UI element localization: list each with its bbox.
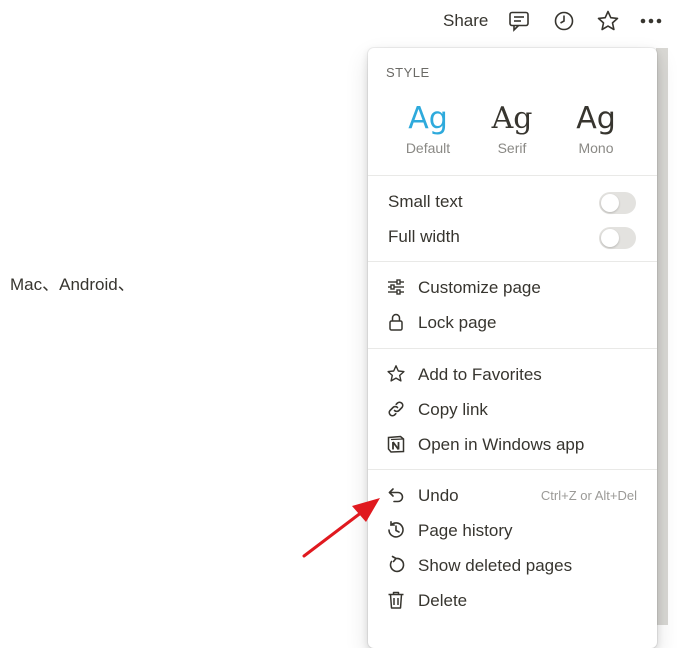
small-text-label: Small text [388, 192, 463, 211]
menu-divider [368, 469, 657, 470]
delete-label: Delete [418, 591, 468, 610]
font-preview-mono: Ag [576, 101, 616, 136]
menu-divider [368, 348, 657, 349]
history-clock-icon [386, 520, 406, 540]
share-button[interactable]: Share [443, 11, 488, 31]
copy-link-item[interactable]: Copy link [368, 392, 657, 427]
copy-link-label: Copy link [418, 400, 488, 419]
page-options-menu: STYLE Ag Default Ag Serif Ag Mono Small … [368, 48, 657, 648]
sliders-icon [386, 277, 406, 297]
small-text-toggle[interactable] [599, 192, 636, 214]
page-body-text: Mac、Android、 [10, 275, 135, 294]
customize-page-item[interactable]: Customize page [368, 270, 657, 305]
star-outline-icon [386, 364, 406, 384]
history-clock-icon[interactable] [552, 9, 576, 33]
font-option-mono[interactable]: Ag Mono [556, 100, 636, 156]
font-option-default[interactable]: Ag Default [388, 100, 468, 156]
lock-page-label: Lock page [418, 313, 497, 332]
font-option-serif[interactable]: Ag Serif [472, 100, 552, 156]
menu-divider [368, 175, 657, 176]
undo-shortcut: Ctrl+Z or Alt+Del [540, 488, 637, 503]
notion-logo-icon [386, 434, 406, 454]
small-text-row[interactable]: Small text [368, 184, 657, 219]
more-dots-icon[interactable] [639, 9, 663, 33]
favorite-star-icon[interactable] [596, 9, 620, 33]
font-label-default: Default [405, 140, 451, 156]
font-label-mono: Mono [578, 140, 614, 156]
restore-icon [386, 555, 406, 575]
font-preview-serif: Ag [491, 101, 533, 136]
lock-icon [386, 312, 406, 332]
show-deleted-pages-label: Show deleted pages [418, 556, 573, 575]
delete-item[interactable]: Delete [368, 583, 657, 618]
topbar: Share [0, 0, 677, 44]
link-icon [386, 399, 406, 419]
font-preview-default: Ag [408, 101, 448, 136]
add-to-favorites-item[interactable]: Add to Favorites [368, 357, 657, 392]
undo-arrow-icon [386, 485, 406, 505]
menu-divider [368, 261, 657, 262]
open-in-windows-app-item[interactable]: Open in Windows app [368, 427, 657, 462]
undo-label: Undo [418, 486, 459, 505]
toggle-knob [601, 229, 619, 247]
customize-page-label: Customize page [418, 278, 541, 297]
lock-page-item[interactable]: Lock page [368, 305, 657, 340]
trash-icon [386, 590, 406, 610]
add-to-favorites-label: Add to Favorites [418, 365, 542, 384]
undo-item[interactable]: Undo Ctrl+Z or Alt+Del [368, 478, 657, 513]
open-in-windows-app-label: Open in Windows app [418, 435, 585, 454]
page-history-label: Page history [418, 521, 513, 540]
full-width-row[interactable]: Full width [368, 219, 657, 254]
full-width-label: Full width [388, 227, 460, 246]
scrollbar[interactable] [656, 48, 668, 625]
page-history-item[interactable]: Page history [368, 513, 657, 548]
toggle-knob [601, 194, 619, 212]
full-width-toggle[interactable] [599, 227, 636, 249]
show-deleted-pages-item[interactable]: Show deleted pages [368, 548, 657, 583]
style-section-label: STYLE [386, 65, 430, 80]
comment-icon[interactable] [507, 9, 531, 33]
font-label-serif: Serif [497, 140, 527, 156]
